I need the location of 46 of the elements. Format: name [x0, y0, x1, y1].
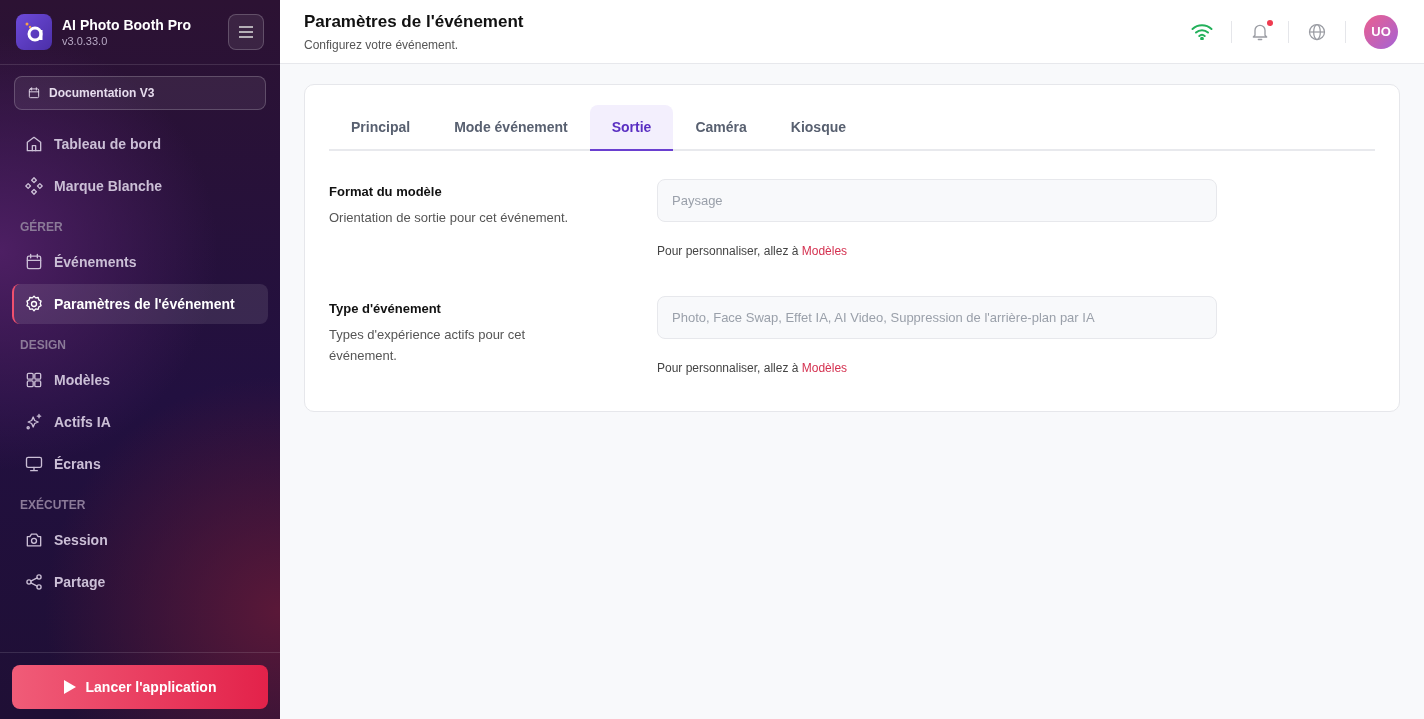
user-avatar[interactable]: UO	[1364, 14, 1398, 49]
sidebar-item[interactable]: Partage	[12, 562, 268, 602]
section-heading: GÉRER	[19, 218, 64, 236]
app-logo-icon	[16, 14, 52, 50]
setting-description: Orientation de sortie pour cet événement.	[329, 209, 570, 227]
play-icon	[63, 680, 76, 694]
hint-text: Pour personnaliser, allez à	[657, 244, 799, 258]
setting-title: Format du modèle	[329, 184, 443, 199]
event-selector[interactable]: Documentation V3	[14, 76, 266, 110]
setting-description: Types d'expérience actifs pour cet événement.	[329, 326, 527, 365]
launch-button[interactable]: Lancer l'application	[12, 665, 268, 709]
sidebar-item[interactable]: Écrans	[12, 444, 268, 484]
tab[interactable]: Sortie	[589, 105, 674, 151]
settings-icon	[24, 294, 44, 314]
section-heading: DESIGN	[19, 337, 67, 354]
wifi-icon	[1191, 23, 1213, 40]
sidebar-item[interactable]: Session	[12, 520, 268, 560]
menu-icon	[238, 25, 254, 39]
hint-text: Pour personnaliser, allez à	[657, 361, 799, 375]
page-title: Paramètres de l'événement	[304, 11, 524, 32]
sidebar-item[interactable]: Paramètres de l'événement	[12, 284, 268, 324]
tab[interactable]: Kiosque	[768, 105, 869, 151]
menu-button[interactable]	[228, 14, 264, 50]
notification-button[interactable]	[1250, 21, 1270, 42]
app-version: v3.0.33.0	[62, 35, 109, 47]
sidebar-item[interactable]: Tableau de bord	[12, 124, 268, 164]
calendar-icon	[24, 252, 44, 272]
tab[interactable]: Caméra	[673, 105, 769, 151]
monitor-icon	[24, 454, 44, 474]
sidebar-item[interactable]: Événements	[12, 242, 268, 282]
diamond-dots-icon	[24, 176, 44, 196]
sidebar-item[interactable]: Marque Blanche	[12, 166, 268, 206]
sparkle-icon	[24, 412, 44, 432]
sidebar-item[interactable]: Modèles	[12, 360, 268, 400]
calendar-icon	[27, 86, 41, 100]
share-icon	[24, 572, 44, 592]
page-subtitle: Configurez votre événement.	[304, 37, 460, 52]
globe-icon[interactable]	[1307, 21, 1327, 42]
sidebar-item[interactable]: Actifs IA	[12, 402, 268, 442]
section-heading: EXÉCUTER	[19, 496, 87, 514]
grid-icon	[24, 370, 44, 390]
tab[interactable]: Mode événement	[432, 105, 590, 151]
setting-title: Type d'événement	[329, 301, 442, 316]
app-name: AI Photo Booth Pro	[62, 17, 192, 33]
tab[interactable]: Principal	[329, 105, 433, 151]
home-icon	[24, 134, 44, 154]
